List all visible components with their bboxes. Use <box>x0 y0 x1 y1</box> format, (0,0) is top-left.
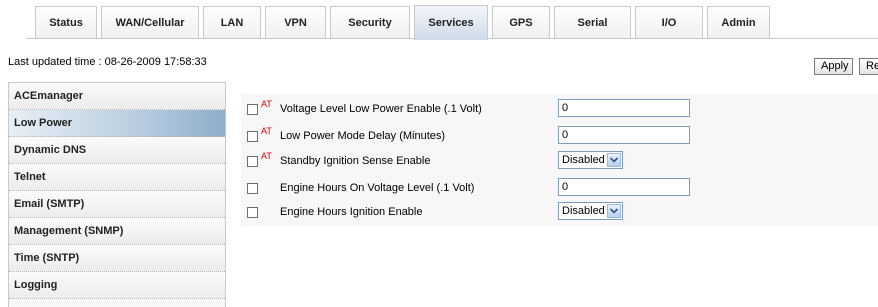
setting-row: AT Low Power Mode Delay (Minutes) 0 <box>241 125 878 149</box>
setting-row: AT Standby Ignition Sense Enable Disable… <box>241 150 878 174</box>
apply-button[interactable]: Apply <box>814 58 853 75</box>
row-checkbox[interactable] <box>247 207 258 218</box>
tab-gps[interactable]: GPS <box>492 6 550 38</box>
sidebar-item-management-snmp[interactable]: Management (SNMP) <box>9 218 225 245</box>
tab-vpn[interactable]: VPN <box>265 6 326 38</box>
row-checkbox[interactable] <box>247 183 258 194</box>
sidebar-item-acemanager[interactable]: ACEmanager <box>9 83 225 110</box>
tab-serial[interactable]: Serial <box>554 6 631 38</box>
last-updated-text: Last updated time : 08-26-2009 17:58:33 <box>8 56 207 68</box>
tab-wan-cellular[interactable]: WAN/Cellular <box>101 6 199 38</box>
sidebar-item-low-power[interactable]: Low Power <box>9 110 225 137</box>
setting-label: Standby Ignition Sense Enable <box>280 155 431 167</box>
setting-label: Voltage Level Low Power Enable (.1 Volt) <box>280 103 482 115</box>
standby-ignition-select[interactable]: Disabled <box>558 151 623 169</box>
setting-row: Engine Hours Ignition Enable Disabled <box>241 201 878 225</box>
sidebar-item-dynamic-dns[interactable]: Dynamic DNS <box>9 137 225 164</box>
engine-hours-ignition-select[interactable]: Disabled <box>558 202 623 220</box>
tab-io[interactable]: I/O <box>635 6 703 38</box>
tab-lan[interactable]: LAN <box>203 6 261 38</box>
setting-label: Engine Hours On Voltage Level (.1 Volt) <box>280 182 475 194</box>
sidebar-item-logging[interactable]: Logging <box>9 272 225 299</box>
at-command-marker: AT <box>261 99 272 109</box>
tab-security[interactable]: Security <box>330 6 410 38</box>
low-power-settings-panel: AT Voltage Level Low Power Enable (.1 Vo… <box>241 94 878 226</box>
setting-label: Low Power Mode Delay (Minutes) <box>280 130 446 142</box>
sidebar-item-time-sntp[interactable]: Time (SNTP) <box>9 245 225 272</box>
sidebar-item-email-smtp[interactable]: Email (SMTP) <box>9 191 225 218</box>
tab-services[interactable]: Services <box>414 5 488 40</box>
sidebar-nav: ACEmanager Low Power Dynamic DNS Telnet … <box>8 82 226 307</box>
top-tab-bar: Status WAN/Cellular LAN VPN Security Ser… <box>0 0 878 40</box>
at-command-marker: AT <box>261 126 272 136</box>
select-value: Disabled <box>562 154 605 166</box>
row-checkbox[interactable] <box>247 156 258 167</box>
setting-row: AT Voltage Level Low Power Enable (.1 Vo… <box>241 98 878 122</box>
engine-hours-voltage-input[interactable]: 0 <box>558 178 690 196</box>
refresh-button[interactable]: Refresh <box>859 58 878 75</box>
row-checkbox[interactable] <box>247 131 258 142</box>
row-checkbox[interactable] <box>247 104 258 115</box>
setting-label: Engine Hours Ignition Enable <box>280 206 423 218</box>
at-command-marker: AT <box>261 151 272 161</box>
tab-admin[interactable]: Admin <box>707 6 770 38</box>
chevron-down-icon[interactable] <box>607 204 621 218</box>
sidebar-item-telnet[interactable]: Telnet <box>9 164 225 191</box>
select-value: Disabled <box>562 205 605 217</box>
tab-status[interactable]: Status <box>35 6 97 38</box>
voltage-level-input[interactable]: 0 <box>558 99 690 117</box>
setting-row: Engine Hours On Voltage Level (.1 Volt) … <box>241 177 878 201</box>
low-power-delay-input[interactable]: 0 <box>558 126 690 144</box>
chevron-down-icon[interactable] <box>607 153 621 167</box>
